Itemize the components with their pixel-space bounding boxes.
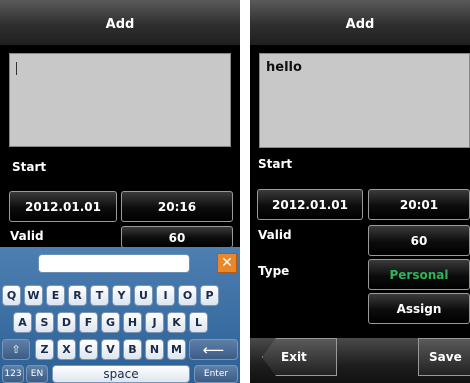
valid-label: Valid bbox=[10, 229, 44, 243]
start-time-button[interactable]: 20:01 bbox=[368, 189, 470, 220]
key-d[interactable]: D bbox=[57, 312, 76, 333]
key-m[interactable]: M bbox=[167, 339, 186, 360]
key-a[interactable]: A bbox=[13, 312, 32, 333]
right-screen: Add hello Start 2012.01.01 20:01 Valid 6… bbox=[250, 0, 470, 383]
start-label: Start bbox=[258, 157, 293, 171]
message-text-field[interactable] bbox=[9, 53, 231, 147]
key-l[interactable]: L bbox=[189, 312, 208, 333]
key-o[interactable]: O bbox=[178, 285, 197, 306]
key-g[interactable]: G bbox=[101, 312, 120, 333]
shift-key[interactable]: ⇧ bbox=[2, 339, 30, 360]
key-p[interactable]: P bbox=[200, 285, 219, 306]
key-q[interactable]: Q bbox=[2, 285, 21, 306]
key-b[interactable]: B bbox=[123, 339, 142, 360]
page-title: Add bbox=[250, 0, 470, 45]
key-x[interactable]: X bbox=[57, 339, 76, 360]
language-key[interactable]: EN bbox=[26, 365, 48, 383]
save-button[interactable]: Save bbox=[418, 338, 470, 376]
type-value-button[interactable]: Personal bbox=[368, 259, 470, 290]
start-date-button[interactable]: 2012.01.01 bbox=[257, 189, 363, 220]
key-j[interactable]: J bbox=[145, 312, 164, 333]
valid-value-button[interactable]: 60 bbox=[121, 226, 233, 248]
valid-value-button[interactable]: 60 bbox=[368, 225, 470, 256]
key-t[interactable]: T bbox=[90, 285, 109, 306]
keyboard-input-field[interactable] bbox=[38, 254, 190, 273]
key-f[interactable]: F bbox=[79, 312, 98, 333]
key-w[interactable]: W bbox=[24, 285, 43, 306]
exit-button[interactable]: Exit bbox=[262, 338, 337, 376]
assign-button[interactable]: Assign bbox=[368, 293, 470, 324]
start-label: Start bbox=[12, 160, 47, 174]
key-u[interactable]: U bbox=[134, 285, 153, 306]
key-c[interactable]: C bbox=[79, 339, 98, 360]
enter-key[interactable]: Enter bbox=[194, 365, 238, 383]
key-y[interactable]: Y bbox=[112, 285, 131, 306]
start-time-button[interactable]: 20:16 bbox=[121, 191, 233, 222]
key-s[interactable]: S bbox=[35, 312, 54, 333]
start-date-button[interactable]: 2012.01.01 bbox=[9, 191, 117, 222]
left-screen: Add Start 2012.01.01 20:16 Valid 60 ✕ Q … bbox=[0, 0, 240, 383]
key-h[interactable]: H bbox=[123, 312, 142, 333]
message-text-field[interactable]: hello bbox=[259, 53, 470, 148]
key-n[interactable]: N bbox=[145, 339, 164, 360]
key-e[interactable]: E bbox=[46, 285, 65, 306]
on-screen-keyboard: ✕ Q W E R T Y U I O P A S D F G H J K L … bbox=[0, 247, 240, 383]
close-icon[interactable]: ✕ bbox=[217, 253, 237, 273]
save-label: Save bbox=[429, 350, 462, 364]
key-z[interactable]: Z bbox=[35, 339, 54, 360]
space-key[interactable]: space bbox=[52, 365, 190, 383]
valid-label: Valid bbox=[258, 228, 292, 242]
key-r[interactable]: R bbox=[68, 285, 87, 306]
page-title: Add bbox=[0, 0, 240, 45]
text-caret bbox=[16, 62, 17, 75]
text-value: hello bbox=[266, 60, 302, 75]
type-label: Type bbox=[258, 264, 290, 278]
backspace-key[interactable]: ⟵ bbox=[189, 339, 238, 360]
key-k[interactable]: K bbox=[167, 312, 186, 333]
key-i[interactable]: I bbox=[156, 285, 175, 306]
exit-label: Exit bbox=[281, 350, 307, 364]
key-v[interactable]: V bbox=[101, 339, 120, 360]
numeric-key[interactable]: 123 bbox=[2, 365, 24, 383]
